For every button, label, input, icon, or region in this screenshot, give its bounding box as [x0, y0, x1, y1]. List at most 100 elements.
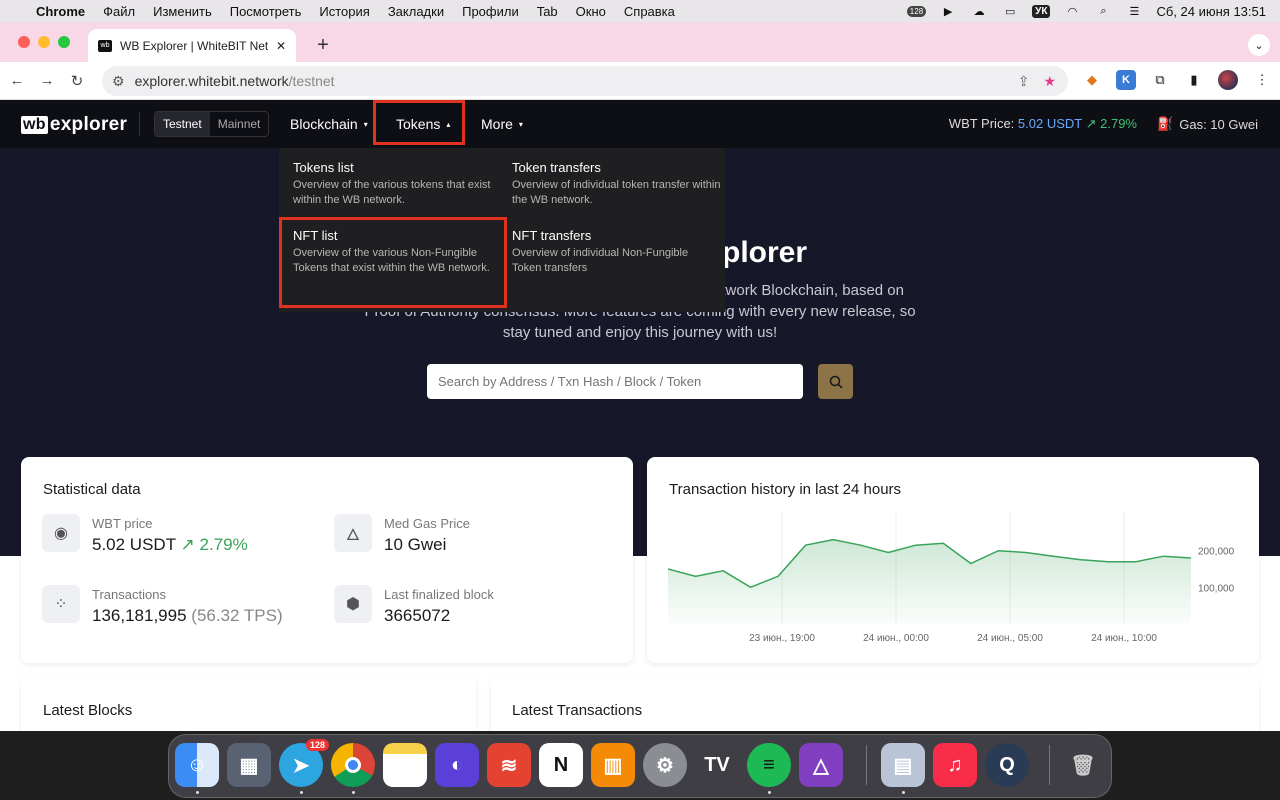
- metamask-extension-icon[interactable]: ◆: [1082, 70, 1102, 90]
- battery-icon[interactable]: ▭: [1001, 5, 1019, 18]
- menubar-item-edit[interactable]: Изменить: [153, 4, 212, 19]
- telegram-badge: 128: [305, 739, 329, 751]
- menubar-app-name[interactable]: Chrome: [36, 4, 85, 19]
- menubar-item-history[interactable]: История: [319, 4, 369, 19]
- finder-icon[interactable]: ☺: [175, 743, 219, 787]
- minimize-window-icon[interactable]: [38, 36, 50, 48]
- chrome-menu-icon[interactable]: ⋮: [1252, 70, 1272, 90]
- affinity-photo-icon[interactable]: △: [799, 743, 843, 787]
- weather-icon[interactable]: ☁: [970, 5, 988, 18]
- trash-icon[interactable]: 🗑: [1061, 743, 1105, 787]
- spotlight-search-icon[interactable]: ⌕: [1094, 5, 1112, 18]
- menubar-item-tab[interactable]: Tab: [537, 4, 558, 19]
- nav-blockchain[interactable]: Blockchain ▾: [290, 100, 368, 148]
- forward-icon[interactable]: →: [32, 72, 62, 89]
- transaction-history-chart[interactable]: 200,000 100,000 23 июн., 19:00 24 июн., 00:…: [668, 512, 1258, 652]
- running-indicator: [196, 791, 199, 794]
- chart-area-fill: [668, 539, 1191, 624]
- window-controls: [18, 36, 70, 48]
- chart-x-tick-label: 23 июн., 19:00: [749, 633, 815, 644]
- browser-tab[interactable]: wb WB Explorer | WhiteBIT Network ✕: [88, 29, 296, 62]
- reload-icon[interactable]: ↻: [62, 72, 92, 90]
- share-icon[interactable]: ⇪: [1018, 73, 1030, 90]
- mainnet-toggle[interactable]: Mainnet: [210, 112, 269, 136]
- menu-item-tokens-list[interactable]: Tokens list Overview of the various toke…: [293, 160, 503, 208]
- chart-y-tick-label: 100,000: [1198, 583, 1235, 594]
- chart-x-tick-label: 24 июн., 00:00: [863, 633, 929, 644]
- site-favicon-icon: wb: [98, 39, 112, 52]
- menu-item-token-transfers[interactable]: Token transfers Overview of individual t…: [512, 160, 722, 208]
- dock-separator: [1049, 745, 1050, 785]
- transactions-icon: ⁘: [42, 585, 80, 623]
- wbt-price-value: 5.02 USDT: [1017, 116, 1082, 131]
- menu-item-nft-transfers[interactable]: NFT transfers Overview of individual Non…: [512, 228, 712, 276]
- notes-icon[interactable]: [383, 743, 427, 787]
- system-settings-icon[interactable]: ⚙: [643, 743, 687, 787]
- menubar-item-window[interactable]: Окно: [576, 4, 606, 19]
- running-indicator: [300, 791, 303, 794]
- running-indicator: [768, 791, 771, 794]
- menubar-item-help[interactable]: Справка: [624, 4, 675, 19]
- new-tab-button[interactable]: +: [312, 34, 334, 56]
- stat-gas-price: 🜂 Med Gas Price 10 Gwei: [334, 514, 470, 555]
- macos-dock: ☺ ▦ ➤ 128 ◐ ≋ N ▥ ⚙ TV ≡ △ ▤ ♫ Q 🗑: [168, 734, 1112, 798]
- latest-transactions-card: Latest Transactions: [491, 677, 1259, 731]
- network-switch: Testnet Mainnet: [154, 111, 270, 137]
- chart-x-tick-label: 24 июн., 05:00: [977, 633, 1043, 644]
- back-icon[interactable]: ←: [2, 72, 32, 89]
- nav-more[interactable]: More ▾: [481, 100, 523, 148]
- chevron-down-icon: ▾: [518, 119, 523, 129]
- tab-title: WB Explorer | WhiteBIT Network: [120, 38, 268, 53]
- discord-icon[interactable]: ◐: [435, 743, 479, 787]
- wb-explorer-logo[interactable]: wb explorer: [21, 114, 127, 136]
- control-center-icon[interactable]: ☰: [1125, 5, 1143, 18]
- statistical-data-title: Statistical data: [43, 481, 141, 498]
- dock-separator: [866, 745, 867, 785]
- notification-count-badge[interactable]: 128: [906, 5, 927, 17]
- chevron-down-icon: ▾: [363, 119, 368, 129]
- menubar-item-bookmarks[interactable]: Закладки: [388, 4, 444, 19]
- site-info-icon[interactable]: ⚙: [112, 73, 125, 90]
- latest-blocks-card: Latest Blocks: [21, 677, 476, 731]
- telegram-icon[interactable]: ➤ 128: [279, 739, 329, 787]
- menubar-item-profiles[interactable]: Профили: [462, 4, 519, 19]
- play-icon[interactable]: ▶: [939, 5, 957, 18]
- notion-icon[interactable]: N: [539, 743, 583, 787]
- spotify-icon[interactable]: ≡: [747, 743, 791, 787]
- bookmark-star-icon[interactable]: ★: [1043, 73, 1056, 90]
- extensions-area: ◆ K ⧉ ▮ ⋮: [1082, 70, 1272, 90]
- chart-y-tick-label: 200,000: [1198, 547, 1235, 558]
- close-window-icon[interactable]: [18, 36, 30, 48]
- chrome-icon[interactable]: [331, 743, 375, 787]
- menubar-item-view[interactable]: Посмотреть: [230, 4, 302, 19]
- wifi-icon[interactable]: ◠: [1063, 5, 1081, 18]
- side-panel-icon[interactable]: ▮: [1184, 70, 1204, 90]
- preview-icon[interactable]: ▤: [881, 743, 925, 787]
- search-button[interactable]: [818, 364, 853, 399]
- quicktime-icon[interactable]: Q: [985, 743, 1029, 787]
- books-icon[interactable]: ▥: [591, 743, 635, 787]
- gas-indicator: ⛽ Gas: 10 Gwei: [1157, 116, 1258, 132]
- flame-icon: 🜂: [334, 514, 372, 552]
- tradingview-icon[interactable]: TV: [695, 743, 739, 787]
- macos-menubar: Chrome Файл Изменить Посмотреть История …: [0, 0, 1280, 22]
- todoist-icon[interactable]: ≋: [487, 743, 531, 787]
- profile-avatar[interactable]: [1218, 70, 1238, 90]
- address-bar[interactable]: ⚙ explorer.whitebit.network/testnet ⇪ ★: [102, 66, 1068, 96]
- keyboard-layout-badge[interactable]: УК: [1032, 4, 1051, 18]
- search-icon: [829, 375, 843, 389]
- k-extension-icon[interactable]: K: [1116, 70, 1136, 90]
- extensions-puzzle-icon[interactable]: ⧉: [1150, 70, 1170, 90]
- menubar-datetime[interactable]: Сб, 24 июня 13:51: [1156, 4, 1266, 19]
- launchpad-icon[interactable]: ▦: [227, 743, 271, 787]
- close-tab-icon[interactable]: ✕: [276, 39, 286, 53]
- url-host: explorer.whitebit.network: [134, 73, 289, 89]
- webpage: wb explorer Testnet Mainnet Blockchain ▾ T…: [0, 100, 1280, 731]
- menubar-item-file[interactable]: Файл: [103, 4, 135, 19]
- music-icon[interactable]: ♫: [933, 743, 977, 787]
- maximize-window-icon[interactable]: [58, 36, 70, 48]
- running-indicator: [902, 791, 905, 794]
- search-input[interactable]: [427, 364, 803, 399]
- tab-search-button[interactable]: ⌄: [1248, 34, 1270, 56]
- testnet-toggle[interactable]: Testnet: [155, 112, 210, 136]
